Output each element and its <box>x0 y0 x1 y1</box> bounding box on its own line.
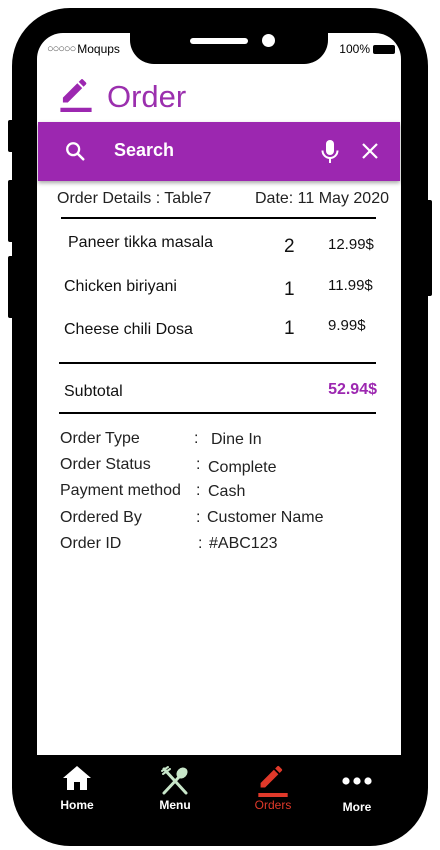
divider <box>59 412 376 414</box>
item-price: 11.99$ <box>328 277 373 294</box>
phone-notch <box>130 8 328 64</box>
item-name: Paneer tikka masala <box>68 234 213 251</box>
app-screen: ○○○○○ Moqups 100% Order Search Order Det… <box>37 33 401 755</box>
bottom-nav: Home Menu Orders More <box>37 755 401 825</box>
search-icon[interactable] <box>64 140 86 167</box>
divider <box>61 217 376 219</box>
signal-dots: ○○○○○ <box>47 43 76 55</box>
order-type-separator: : <box>194 430 199 447</box>
phone-camera <box>262 34 275 47</box>
nav-more-label: More <box>342 800 372 814</box>
nav-menu-label: Menu <box>159 798 191 812</box>
order-type-value: Dine In <box>211 431 262 448</box>
battery-label: 100% <box>339 42 370 56</box>
item-price: 9.99$ <box>328 317 366 334</box>
payment-method-value: Cash <box>208 483 246 500</box>
nav-home-label: Home <box>60 798 94 812</box>
phone-volume-up <box>8 180 14 242</box>
order-id-value: #ABC123 <box>209 535 278 552</box>
item-qty: 2 <box>284 236 295 257</box>
page-header: Order <box>59 78 187 117</box>
item-qty: 1 <box>284 318 295 339</box>
order-status-value: Complete <box>208 459 277 476</box>
carrier-label: Moqups <box>77 42 120 56</box>
order-details-label: Order Details : Table7 <box>57 190 212 207</box>
status-bar-carrier: ○○○○○ Moqups <box>47 42 120 56</box>
nav-menu[interactable]: Menu <box>135 755 215 825</box>
ordered-by-label: Ordered By <box>60 509 142 526</box>
order-type-label: Order Type <box>60 430 140 447</box>
order-id-separator: : <box>198 535 203 552</box>
battery-icon <box>373 44 395 54</box>
fork-spoon-icon <box>159 765 191 802</box>
phone-power-button <box>426 200 432 296</box>
edit-icon <box>257 765 289 802</box>
page-title: Order <box>107 79 187 114</box>
item-price: 12.99$ <box>328 236 374 253</box>
phone-speaker <box>190 38 248 44</box>
ordered-by-separator: : <box>196 509 201 526</box>
order-status-label: Order Status <box>60 456 151 473</box>
item-qty: 1 <box>284 279 295 300</box>
mic-icon[interactable] <box>320 139 340 170</box>
order-status-separator: : <box>196 456 201 473</box>
nav-orders[interactable]: Orders <box>233 755 313 825</box>
nav-home[interactable]: Home <box>37 755 117 825</box>
payment-method-separator: : <box>196 482 201 499</box>
item-name: Chicken biriyani <box>64 278 177 295</box>
nav-more[interactable]: More <box>317 755 397 825</box>
order-details-row: Order Details : Table7 Date: 11 May 2020 <box>57 190 393 208</box>
nav-orders-label: Orders <box>254 798 292 812</box>
item-name: Cheese chili Dosa <box>64 321 193 338</box>
order-date: Date: 11 May 2020 <box>254 190 389 207</box>
divider <box>59 362 376 364</box>
subtotal-value: 52.94$ <box>328 381 377 398</box>
search-input[interactable]: Search <box>114 140 174 161</box>
home-icon <box>62 765 92 796</box>
phone-volume-down <box>8 256 14 318</box>
order-id-label: Order ID <box>60 535 122 552</box>
subtotal-label: Subtotal <box>64 383 123 400</box>
close-icon[interactable] <box>360 141 380 166</box>
phone-mute-switch <box>8 120 14 152</box>
status-bar-battery: 100% <box>339 42 395 56</box>
search-bar[interactable]: Search <box>38 122 400 181</box>
ordered-by-value: Customer Name <box>207 509 324 526</box>
edit-icon <box>59 78 93 117</box>
payment-method-label: Payment method <box>60 482 181 499</box>
more-dots-icon <box>341 773 373 791</box>
